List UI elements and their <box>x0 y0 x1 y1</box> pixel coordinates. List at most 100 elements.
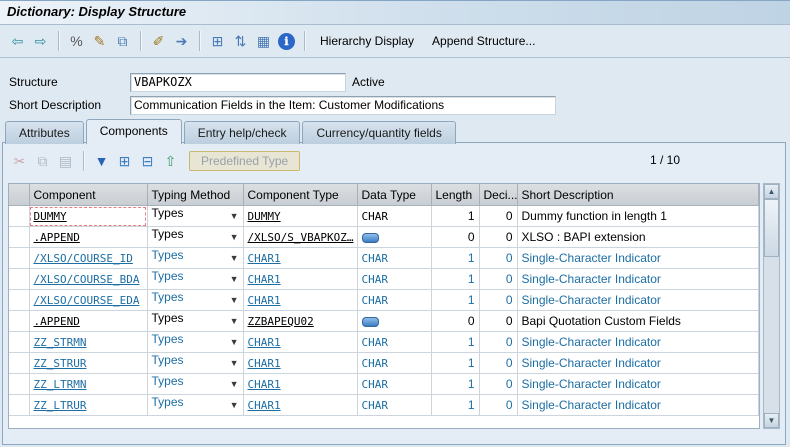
typing-dropdown-icon[interactable]: ▼ <box>230 269 239 289</box>
select-all-header[interactable] <box>9 184 30 206</box>
row-select-cell[interactable] <box>9 310 30 332</box>
typing-dropdown-icon[interactable]: ▼ <box>230 227 239 247</box>
component-type-link[interactable]: CHAR1 <box>248 273 281 286</box>
typing-method-value: Types <box>151 290 184 304</box>
typing-dropdown-icon[interactable]: ▼ <box>230 290 239 310</box>
short-description-cell: Single-Character Indicator <box>517 331 759 353</box>
typing-dropdown-icon[interactable]: ▼ <box>230 332 239 352</box>
table-row: DUMMY ▼ Types DUMMY CHAR 1 0 Dummy function in … <box>9 205 759 227</box>
row-select-cell[interactable] <box>9 352 30 374</box>
typing-dropdown-icon[interactable]: ▼ <box>230 353 239 373</box>
status-active-label: Active <box>352 75 385 89</box>
typing-dropdown-icon[interactable]: ▼ <box>230 206 239 226</box>
scroll-thumb[interactable] <box>764 199 779 257</box>
component-link[interactable]: /XLSO/COURSE_BDA <box>34 273 140 286</box>
component-cell: ZZ_LTRMN <box>29 373 148 395</box>
row-select-cell[interactable] <box>9 205 30 227</box>
toolbar-separator <box>58 31 59 51</box>
back-icon[interactable]: ⇦ <box>7 31 28 52</box>
forward-icon[interactable]: ⇨ <box>30 31 51 52</box>
component-type-link[interactable]: ZZBAPEQU02 <box>248 315 314 328</box>
component-type-link[interactable]: CHAR1 <box>248 378 281 391</box>
component-type-link[interactable]: CHAR1 <box>248 357 281 370</box>
tab-attributes[interactable]: Attributes <box>5 121 84 144</box>
tab-components[interactable]: Components <box>85 119 182 144</box>
paste-icon[interactable]: ▤ <box>55 151 76 172</box>
row-select-cell[interactable] <box>9 289 30 311</box>
decimals-cell: 0 <box>479 310 518 332</box>
data-type-cell: CHAR <box>357 289 432 311</box>
component-type-link[interactable]: CHAR1 <box>248 252 281 265</box>
column-header[interactable]: Component <box>29 184 148 206</box>
scroll-up-icon[interactable]: ▲ <box>764 184 779 199</box>
column-header[interactable]: Short Description <box>517 184 759 206</box>
component-cell: ZZ_STRUR <box>29 352 148 374</box>
component-link[interactable]: .APPEND <box>34 315 80 328</box>
move-up-icon[interactable]: ⇧ <box>160 151 181 172</box>
component-type-link[interactable]: DUMMY <box>248 210 281 223</box>
component-link[interactable]: /XLSO/COURSE_EDA <box>34 294 140 307</box>
hierarchy-icon[interactable]: ⊞ <box>207 31 228 52</box>
row-select-cell[interactable] <box>9 247 30 269</box>
pencil-icon[interactable]: ✐ <box>148 31 169 52</box>
filter-icon[interactable]: ▼ <box>91 151 112 172</box>
transport-icon[interactable]: ➔ <box>171 31 192 52</box>
component-link[interactable]: ZZ_STRMN <box>34 336 87 349</box>
column-header[interactable]: Deci... <box>479 184 518 206</box>
row-select-cell[interactable] <box>9 226 30 248</box>
typing-dropdown-icon[interactable]: ▼ <box>230 248 239 268</box>
typing-method-value: Types <box>151 269 184 283</box>
column-header[interactable]: Component Type <box>243 184 358 206</box>
typing-dropdown-icon[interactable]: ▼ <box>230 395 239 415</box>
component-link[interactable]: .APPEND <box>34 231 80 244</box>
grid-icon[interactable]: ▦ <box>253 31 274 52</box>
predefined-type-button[interactable]: Predefined Type <box>189 151 301 171</box>
tab-entry-help-check[interactable]: Entry help/check <box>183 121 301 144</box>
row-select-cell[interactable] <box>9 373 30 395</box>
sort-icon[interactable]: ⇅ <box>230 31 251 52</box>
table-row: ZZ_STRUR ▼ Types CHAR1 CHAR 1 0 Single-Characte… <box>9 352 759 374</box>
tab-currency-quantity-fields[interactable]: Currency/quantity fields <box>302 121 456 144</box>
component-type-link[interactable]: CHAR1 <box>248 336 281 349</box>
main-toolbar: ⇦ ⇨% ✎ ⧉ ✐ ➔ ⊞ ⇅ ▦ ℹ Hierarchy Display Append Stru… <box>0 25 790 58</box>
copy-icon[interactable]: ⧉ <box>112 31 133 52</box>
component-link[interactable]: ZZ_LTRMN <box>34 378 87 391</box>
column-header[interactable]: Typing Method <box>147 184 244 206</box>
tabstrip: Attributes Components Entry help/check Curr… <box>5 119 458 144</box>
insert-row-icon[interactable]: ⊞ <box>114 151 135 172</box>
typing-dropdown-icon[interactable]: ▼ <box>230 311 239 331</box>
component-type-link[interactable]: /XLSO/S_VBAPKOZ… <box>248 231 354 244</box>
structure-label: Structure <box>9 75 58 89</box>
append-structure-button[interactable]: Append Structure... <box>432 34 535 48</box>
scroll-down-icon[interactable]: ▼ <box>764 413 779 428</box>
typing-dropdown-icon[interactable]: ▼ <box>230 374 239 394</box>
row-select-cell[interactable] <box>9 394 30 416</box>
column-header[interactable]: Data Type <box>357 184 432 206</box>
cut-icon[interactable]: ✂ <box>9 151 30 172</box>
delete-row-icon[interactable]: ⊟ <box>137 151 158 172</box>
display-change-icon[interactable]: ✎ <box>89 31 110 52</box>
component-link[interactable]: ZZ_LTRUR <box>34 399 87 412</box>
component-type-link[interactable]: CHAR1 <box>248 399 281 412</box>
data-type-cell: CHAR <box>357 352 432 374</box>
info-icon[interactable]: ℹ <box>278 32 295 50</box>
component-link[interactable]: ZZ_STRUR <box>34 357 87 370</box>
component-link[interactable]: /XLSO/COURSE_ID <box>34 252 133 265</box>
row-select-cell[interactable] <box>9 331 30 353</box>
vertical-scrollbar[interactable]: ▲ ▼ <box>763 183 780 429</box>
component-type-link[interactable]: CHAR1 <box>248 294 281 307</box>
decimals-cell: 0 <box>479 289 518 311</box>
typing-method-cell: ▼ Types <box>147 268 244 290</box>
decimals-cell: 0 <box>479 352 518 374</box>
hierarchy-display-button[interactable]: Hierarchy Display <box>320 34 414 48</box>
row-select-cell[interactable] <box>9 268 30 290</box>
toolbar-separator <box>199 31 200 51</box>
structure-field[interactable] <box>130 73 346 92</box>
data-type-cell: CHAR <box>357 373 432 395</box>
component-link[interactable]: DUMMY <box>34 210 67 223</box>
column-header[interactable]: Length <box>431 184 480 206</box>
where-used-icon[interactable]: % <box>66 31 87 52</box>
copy-rows-icon[interactable]: ⧉ <box>32 151 53 172</box>
typing-method-cell: ▼ Types <box>147 226 244 248</box>
short-description-field[interactable] <box>130 96 556 115</box>
